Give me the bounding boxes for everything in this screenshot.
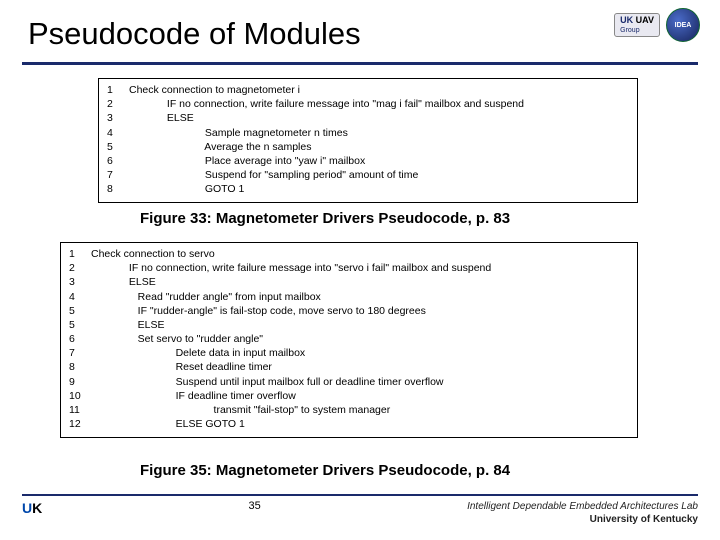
line-number: 2 xyxy=(107,97,129,111)
pseudocode-line: 10 IF deadline timer overflow xyxy=(69,389,629,403)
pseudocode-line: 2 IF no connection, write failure messag… xyxy=(69,261,629,275)
logo-idea-text: IDEA xyxy=(675,22,692,29)
uk-wordmark: UK xyxy=(22,500,42,516)
pseudocode-line: 9 Suspend until input mailbox full or de… xyxy=(69,375,629,389)
pseudocode-line: 4 Sample magnetometer n times xyxy=(107,126,629,140)
pseudocode-line: 12 ELSE GOTO 1 xyxy=(69,417,629,431)
pseudocode-line: 3 ELSE xyxy=(107,111,629,125)
line-text: ELSE xyxy=(91,318,165,332)
pseudocode-line: 7 Delete data in input mailbox xyxy=(69,346,629,360)
line-text: Place average into "yaw i" mailbox xyxy=(129,154,365,168)
line-number: 8 xyxy=(107,182,129,196)
university-name: University of Kentucky xyxy=(467,513,698,526)
uav-group-logo: UK UAV Group xyxy=(614,13,660,37)
pseudocode-line: 1Check connection to magnetometer i xyxy=(107,83,629,97)
uk-u: U xyxy=(22,500,32,516)
pseudocode-box-2: 1Check connection to servo2 IF no connec… xyxy=(60,242,638,438)
slide-footer: UK 35 Intelligent Dependable Embedded Ar… xyxy=(22,500,698,526)
line-number: 12 xyxy=(69,417,91,431)
line-text: IF no connection, write failure message … xyxy=(91,261,491,275)
line-number: 7 xyxy=(69,346,91,360)
logo-uav: UAV xyxy=(636,15,654,25)
line-text: ELSE xyxy=(91,275,156,289)
line-text: Set servo to "rudder angle" xyxy=(91,332,263,346)
figure-35-caption: Figure 35: Magnetometer Drivers Pseudoco… xyxy=(140,462,510,479)
lab-name: Intelligent Dependable Embedded Architec… xyxy=(467,500,698,513)
line-text: ELSE xyxy=(129,111,194,125)
pseudocode-line: 4 Read "rudder angle" from input mailbox xyxy=(69,290,629,304)
line-text: IF "rudder-angle" is fail-stop code, mov… xyxy=(91,304,426,318)
pseudocode-line: 5 Average the n samples xyxy=(107,140,629,154)
line-number: 5 xyxy=(69,304,91,318)
pseudocode-line: 8 Reset deadline timer xyxy=(69,360,629,374)
pseudocode-line: 1Check connection to servo xyxy=(69,247,629,261)
line-number: 3 xyxy=(107,111,129,125)
pseudocode-line: 5 IF "rudder-angle" is fail-stop code, m… xyxy=(69,304,629,318)
line-number: 11 xyxy=(69,403,91,417)
line-text: transmit "fail-stop" to system manager xyxy=(91,403,390,417)
line-number: 1 xyxy=(69,247,91,261)
line-text: Average the n samples xyxy=(129,140,311,154)
line-text: GOTO 1 xyxy=(129,182,244,196)
idea-lab-logo: IDEA xyxy=(666,8,700,42)
pseudocode-line: 3 ELSE xyxy=(69,275,629,289)
line-number: 8 xyxy=(69,360,91,374)
line-text: Suspend for "sampling period" amount of … xyxy=(129,168,418,182)
line-number: 10 xyxy=(69,389,91,403)
pseudocode-line: 5 ELSE xyxy=(69,318,629,332)
footer-attribution: Intelligent Dependable Embedded Architec… xyxy=(467,500,698,526)
line-number: 6 xyxy=(107,154,129,168)
line-text: Suspend until input mailbox full or dead… xyxy=(91,375,444,389)
footer-rule xyxy=(22,494,698,496)
header-logos: UK UAV Group IDEA xyxy=(614,8,700,42)
line-number: 2 xyxy=(69,261,91,275)
title-underline xyxy=(22,62,698,65)
line-number: 5 xyxy=(107,140,129,154)
logo-group: Group xyxy=(620,27,639,34)
uk-k: K xyxy=(32,500,42,516)
line-number: 4 xyxy=(107,126,129,140)
line-number: 1 xyxy=(107,83,129,97)
line-text: Read "rudder angle" from input mailbox xyxy=(91,290,321,304)
pseudocode-line: 6 Place average into "yaw i" mailbox xyxy=(107,154,629,168)
line-text: Sample magnetometer n times xyxy=(129,126,348,140)
line-number: 7 xyxy=(107,168,129,182)
line-text: Delete data in input mailbox xyxy=(91,346,305,360)
line-number: 4 xyxy=(69,290,91,304)
pseudocode-line: 2 IF no connection, write failure messag… xyxy=(107,97,629,111)
line-number: 3 xyxy=(69,275,91,289)
pseudocode-line: 8 GOTO 1 xyxy=(107,182,629,196)
line-text: Reset deadline timer xyxy=(91,360,272,374)
pseudocode-line: 11 transmit "fail-stop" to system manage… xyxy=(69,403,629,417)
slide-title: Pseudocode of Modules xyxy=(28,16,361,52)
line-text: IF deadline timer overflow xyxy=(91,389,296,403)
line-text: ELSE GOTO 1 xyxy=(91,417,245,431)
pseudocode-line: 6 Set servo to "rudder angle" xyxy=(69,332,629,346)
line-number: 9 xyxy=(69,375,91,389)
line-text: Check connection to servo xyxy=(91,247,215,261)
line-number: 5 xyxy=(69,318,91,332)
page-number: 35 xyxy=(42,500,467,512)
line-number: 6 xyxy=(69,332,91,346)
pseudocode-line: 7 Suspend for "sampling period" amount o… xyxy=(107,168,629,182)
line-text: Check connection to magnetometer i xyxy=(129,83,300,97)
pseudocode-box-1: 1Check connection to magnetometer i2 IF … xyxy=(98,78,638,203)
line-text: IF no connection, write failure message … xyxy=(129,97,524,111)
figure-33-caption: Figure 33: Magnetometer Drivers Pseudoco… xyxy=(140,210,510,227)
logo-uk: UK xyxy=(620,15,633,25)
